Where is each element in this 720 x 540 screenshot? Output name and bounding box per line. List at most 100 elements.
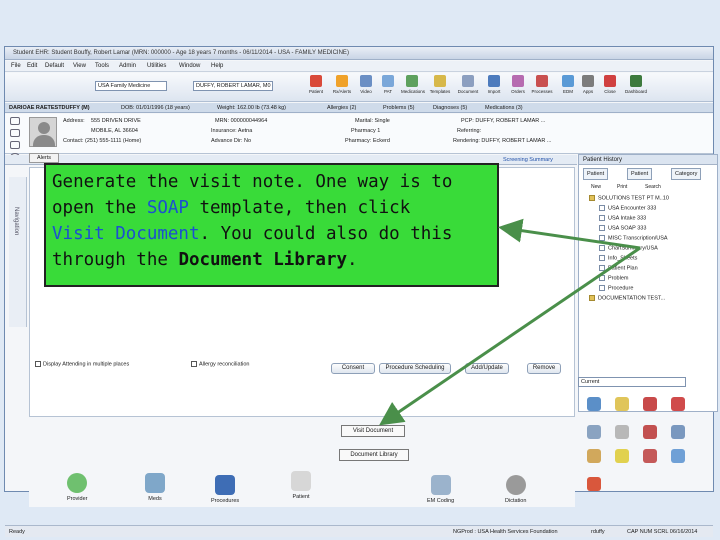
tree-item-transcription[interactable]: MISC Transcription/USA: [599, 235, 668, 241]
menu-file[interactable]: File: [11, 63, 21, 69]
patient-weight: Weight: 162.00 lb (73.48 kg): [217, 105, 286, 111]
procedures-tool[interactable]: Procedures: [211, 475, 239, 504]
facility-dropdown[interactable]: USA Family Medicine: [95, 81, 167, 91]
provider-dropdown[interactable]: DUFFY, ROBERT LAMAR, M0: [193, 81, 273, 91]
document-button[interactable]: Document: [457, 75, 479, 100]
medications-icon: [406, 75, 418, 87]
em-coding-tool[interactable]: EM Coding: [427, 475, 454, 504]
gear-icon[interactable]: [587, 449, 601, 463]
document-icon: [462, 75, 474, 87]
alerts-tab[interactable]: Alerts: [29, 153, 59, 163]
display-attending-checkbox[interactable]: Display Attending in multiple places: [35, 361, 129, 367]
dictation-icon: [505, 475, 526, 495]
tree-root[interactable]: SOLUTIONS TEST PT M..10: [589, 195, 669, 201]
screening-summary-link[interactable]: Screening Summary: [503, 157, 553, 163]
vials-icon[interactable]: [587, 477, 601, 491]
pat-icon: [382, 75, 394, 87]
apps-icon: [582, 75, 594, 87]
templates-button[interactable]: Templates: [429, 75, 451, 100]
patient-avatar: [29, 117, 57, 147]
diagnoses-link[interactable]: Diagnoses (5): [433, 105, 467, 111]
edm-button[interactable]: EDM: [557, 75, 579, 100]
dictation-tool[interactable]: Dictation: [505, 475, 526, 504]
menu-tools[interactable]: Tools: [95, 63, 109, 69]
address-label: Address:: [63, 118, 85, 124]
list-icon[interactable]: [587, 397, 601, 411]
report-icon[interactable]: [615, 425, 629, 439]
remove-button[interactable]: Remove: [527, 363, 561, 374]
patient-info-bar: DARIOAE RAETESTDUFFY (M) DOB: 01/01/1996…: [5, 103, 713, 113]
pat-button[interactable]: PAT: [377, 75, 399, 100]
processes-button[interactable]: Processes: [531, 75, 553, 100]
video-button[interactable]: Video: [355, 75, 377, 100]
rx-icon[interactable]: [643, 425, 657, 439]
alert-icon: [336, 75, 348, 87]
tree-item-patient-plan[interactable]: Patient Plan: [599, 265, 638, 271]
menu-view[interactable]: View: [73, 63, 86, 69]
mail-icon[interactable]: [10, 117, 20, 125]
orders-button[interactable]: Orders: [507, 75, 529, 100]
document-icon: [599, 225, 605, 231]
import-icon: [488, 75, 500, 87]
tree-root-2[interactable]: DOCUMENTATION TEST...: [589, 295, 665, 301]
new-button[interactable]: New: [591, 184, 601, 190]
document-library-button[interactable]: Document Library: [339, 449, 409, 461]
procedure-scheduling-button[interactable]: Procedure Scheduling: [379, 363, 451, 374]
consent-button[interactable]: Consent: [331, 363, 375, 374]
allergy-reconciliation-checkbox[interactable]: Allergy reconciliation: [191, 361, 249, 367]
print-button[interactable]: Print: [617, 184, 627, 190]
menu-admin[interactable]: Admin: [119, 63, 136, 69]
tree-item-soap[interactable]: USA SOAP 333: [599, 225, 646, 231]
menu-edit[interactable]: Edit: [27, 63, 37, 69]
tree-item-encounter[interactable]: USA Encounter 333: [599, 205, 656, 211]
import-button[interactable]: Import: [483, 75, 505, 100]
callout-line-1: Generate the visit note. One way is to: [52, 172, 453, 192]
rx2-icon[interactable]: [643, 449, 657, 463]
avatar-body: [33, 135, 55, 147]
calendar-icon[interactable]: [671, 425, 685, 439]
history-filter-dropdown[interactable]: Current: [578, 377, 686, 387]
close-button[interactable]: Close: [599, 75, 621, 100]
menu-utilities[interactable]: Utilities: [147, 63, 166, 69]
category-tab[interactable]: Category: [671, 168, 702, 180]
navigation-label[interactable]: Navigation: [13, 207, 19, 235]
person-icon[interactable]: [643, 397, 657, 411]
dashboard-button[interactable]: Dashboard: [625, 75, 647, 100]
problems-link[interactable]: Problems (5): [383, 105, 414, 111]
menu-default[interactable]: Default: [45, 63, 64, 69]
folder-icon[interactable]: [615, 397, 629, 411]
menu-window[interactable]: Window: [179, 63, 200, 69]
provider-tool[interactable]: Provider: [67, 473, 87, 502]
patient-tab-1[interactable]: Patient: [583, 168, 609, 180]
tree-item-intake[interactable]: USA Intake 333: [599, 215, 646, 221]
menu-help[interactable]: Help: [211, 63, 223, 69]
edit-icon[interactable]: [10, 129, 20, 137]
chart-icon[interactable]: [587, 425, 601, 439]
patient-tab-2[interactable]: Patient: [627, 168, 653, 180]
meds-tool[interactable]: Meds: [145, 473, 165, 502]
notes-icon[interactable]: [671, 449, 685, 463]
folder-icon: [589, 195, 595, 201]
folder-icon: [589, 295, 595, 301]
allergies-link[interactable]: Allergies (2): [327, 105, 356, 111]
sun-icon[interactable]: [615, 449, 629, 463]
visit-document-button[interactable]: Visit Document: [341, 425, 405, 437]
status-user: rduffy: [591, 529, 605, 535]
tree-item-info-sheets[interactable]: Info_Sheets: [599, 255, 637, 261]
medical-icon[interactable]: [671, 397, 685, 411]
tree-item-problem[interactable]: Problem: [599, 275, 628, 281]
patient-tool[interactable]: Patient: [291, 471, 311, 500]
medications-link[interactable]: Medications (3): [485, 105, 523, 111]
pcp-value: PCP: DUFFY, ROBERT LAMAR ...: [461, 118, 546, 124]
checkbox-icon: [191, 361, 197, 367]
apps-button[interactable]: Apps: [577, 75, 599, 100]
tree-item-procedure[interactable]: Procedure: [599, 285, 633, 291]
link-icon[interactable]: [10, 141, 20, 149]
add-update-button[interactable]: Add/Update: [465, 363, 509, 374]
document-icon: [599, 235, 605, 241]
alerts-button[interactable]: Rx/Alerts: [331, 75, 353, 100]
patient-button[interactable]: Patient: [305, 75, 327, 100]
tree-item-chart-summary[interactable]: ChartSummary/USA: [599, 245, 658, 251]
medications-button[interactable]: Medications: [401, 75, 425, 100]
search-button[interactable]: Search: [645, 184, 661, 190]
